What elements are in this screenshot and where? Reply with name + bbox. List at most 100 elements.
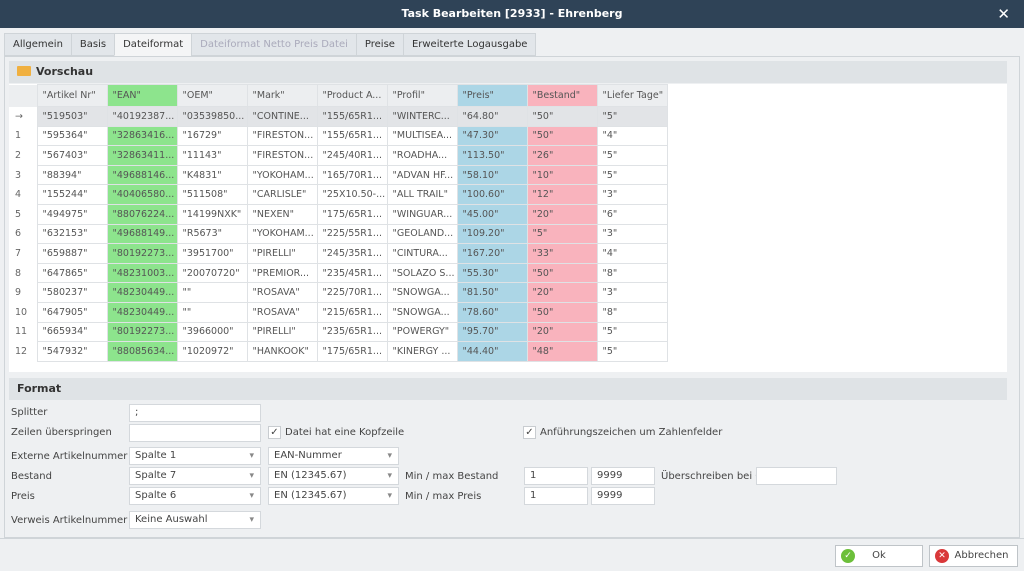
table-cell[interactable]: "14199NXK" xyxy=(176,203,248,225)
table-cell[interactable]: "49688146... xyxy=(106,164,178,186)
table-cell[interactable]: "48230449... xyxy=(106,282,178,303)
table-cell[interactable]: "40192387... xyxy=(106,106,178,127)
table-cell[interactable]: "109.20" xyxy=(456,223,528,245)
table-cell[interactable]: "4" xyxy=(596,125,668,147)
table-cell[interactable]: "3966000" xyxy=(176,321,248,343)
table-cell[interactable]: "MULTISEA... xyxy=(386,125,458,147)
table-cell[interactable]: "235/65R1... xyxy=(316,321,388,343)
table-cell[interactable]: "16729" xyxy=(176,125,248,147)
skip-lines-input[interactable] xyxy=(129,424,261,442)
table-cell[interactable]: "78.60" xyxy=(456,301,528,323)
quotes-checkbox[interactable]: ✓ Anführungszeichen um Zahlenfelder xyxy=(523,426,722,439)
table-cell[interactable]: "11143" xyxy=(176,145,248,166)
table-row[interactable]: 8 "647865" "48231003... "20070720" "PREMIOR.… xyxy=(9,262,668,284)
table-cell[interactable]: "CARLISLE" xyxy=(246,184,318,205)
table-cell[interactable]: "50" xyxy=(526,106,598,127)
table-cell[interactable]: "155244" xyxy=(36,184,108,205)
table-cell[interactable]: "511508" xyxy=(176,184,248,205)
table-cell[interactable]: "567403" xyxy=(36,145,108,166)
table-cell[interactable]: "595364" xyxy=(36,125,108,147)
table-cell[interactable]: "POWERGY" xyxy=(386,321,458,343)
table-cell[interactable]: "5" xyxy=(526,223,598,245)
table-cell[interactable]: "CINTURA... xyxy=(386,243,458,264)
ref-article-select[interactable]: Keine Auswahl xyxy=(129,511,261,529)
table-cell[interactable]: "155/65R1... xyxy=(316,106,388,127)
header-row-checkbox[interactable]: ✓ Datei hat eine Kopfzeile xyxy=(268,426,404,439)
table-cell[interactable]: "6" xyxy=(596,203,668,225)
table-cell[interactable]: "" xyxy=(176,282,248,303)
price-column-select[interactable]: Spalte 6 xyxy=(129,487,261,505)
table-row[interactable]: 3 "88394" "49688146... "K4831" "YOKOHAM... "1… xyxy=(9,164,668,186)
table-cell[interactable]: "" xyxy=(176,301,248,323)
table-cell[interactable]: "20" xyxy=(526,203,598,225)
tab-basis[interactable]: Basis xyxy=(70,33,115,56)
stock-min-input[interactable]: 1 xyxy=(524,467,588,485)
table-cell[interactable]: "55.30" xyxy=(456,262,528,284)
table-cell[interactable]: "49688149... xyxy=(106,223,178,245)
table-cell[interactable]: "40406580... xyxy=(106,184,178,205)
table-cell[interactable]: "03539850... xyxy=(176,106,248,127)
table-cell[interactable]: "45.00" xyxy=(456,203,528,225)
table-cell[interactable]: "8" xyxy=(596,301,668,323)
table-cell[interactable]: "165/70R1... xyxy=(316,164,388,186)
price-format-select[interactable]: EN (12345.67) xyxy=(268,487,399,505)
price-min-input[interactable]: 1 xyxy=(524,487,588,505)
table-cell[interactable]: "20" xyxy=(526,321,598,343)
table-row[interactable]: → "519503" "40192387... "03539850... "CONTIN… xyxy=(9,106,668,127)
table-cell[interactable]: "44.40" xyxy=(456,341,528,362)
table-cell[interactable]: "SOLAZO S... xyxy=(386,262,458,284)
table-cell[interactable]: "95.70" xyxy=(456,321,528,343)
table-cell[interactable]: "ROSAVA" xyxy=(246,282,318,303)
price-max-input[interactable]: 9999 xyxy=(591,487,655,505)
table-cell[interactable]: "32863416... xyxy=(106,125,178,147)
table-row[interactable]: 6 "632153" "49688149... "R5673" "YOKOHAM... "… xyxy=(9,223,668,245)
table-cell[interactable]: "K4831" xyxy=(176,164,248,186)
table-cell[interactable]: "50" xyxy=(526,262,598,284)
table-cell[interactable]: "YOKOHAM... xyxy=(246,223,318,245)
column-header[interactable]: "OEM" xyxy=(176,84,248,107)
table-cell[interactable]: "81.50" xyxy=(456,282,528,303)
table-cell[interactable]: "519503" xyxy=(36,106,108,127)
table-cell[interactable]: "225/55R1... xyxy=(316,223,388,245)
table-cell[interactable]: "48231003... xyxy=(106,262,178,284)
table-cell[interactable]: "88394" xyxy=(36,164,108,186)
ext-article-type-select[interactable]: EAN-Nummer xyxy=(268,447,399,465)
table-cell[interactable]: "KINERGY ... xyxy=(386,341,458,362)
table-cell[interactable]: "HANKOOK" xyxy=(246,341,318,362)
table-row[interactable]: 10 "647905" "48230449... "" "ROSAVA" "215/65R… xyxy=(9,301,668,323)
table-cell[interactable]: "50" xyxy=(526,301,598,323)
table-cell[interactable]: "5" xyxy=(596,145,668,166)
table-cell[interactable]: "FIRESTON... xyxy=(246,145,318,166)
table-cell[interactable]: "47.30" xyxy=(456,125,528,147)
table-cell[interactable]: "YOKOHAM... xyxy=(246,164,318,186)
table-cell[interactable]: "8" xyxy=(596,262,668,284)
table-cell[interactable]: "48" xyxy=(526,341,598,362)
column-header[interactable]: "Liefer Tage" xyxy=(596,84,668,107)
table-cell[interactable]: "20070720" xyxy=(176,262,248,284)
table-cell[interactable]: "SNOWGA... xyxy=(386,301,458,323)
table-cell[interactable]: "3951700" xyxy=(176,243,248,264)
cancel-button[interactable]: ✕ Abbrechen xyxy=(929,545,1018,567)
table-cell[interactable]: "12" xyxy=(526,184,598,205)
ok-button[interactable]: ✓ Ok xyxy=(835,545,923,567)
table-cell[interactable]: "PREMIOR... xyxy=(246,262,318,284)
table-cell[interactable]: "WINGUAR... xyxy=(386,203,458,225)
table-cell[interactable]: "5" xyxy=(596,341,668,362)
column-header[interactable]: "Product A... xyxy=(316,84,388,107)
column-header[interactable]: "Mark" xyxy=(246,84,318,107)
table-cell[interactable]: "5" xyxy=(596,164,668,186)
table-cell[interactable]: "26" xyxy=(526,145,598,166)
overwrite-input[interactable] xyxy=(756,467,837,485)
table-cell[interactable]: "25X10.50-... xyxy=(316,184,388,205)
table-row[interactable]: 9 "580237" "48230449... "" "ROSAVA" "225/70R1… xyxy=(9,282,668,303)
table-cell[interactable]: "48230449... xyxy=(106,301,178,323)
column-header[interactable]: "Artikel Nr" xyxy=(36,84,108,107)
table-cell[interactable]: "PIRELLI" xyxy=(246,321,318,343)
table-cell[interactable]: "245/35R1... xyxy=(316,243,388,264)
table-cell[interactable]: "3" xyxy=(596,282,668,303)
stock-max-input[interactable]: 9999 xyxy=(591,467,655,485)
table-cell[interactable]: "659887" xyxy=(36,243,108,264)
table-row[interactable]: 1 "595364" "32863416... "16729" "FIRESTON...… xyxy=(9,125,668,147)
table-cell[interactable]: "215/65R1... xyxy=(316,301,388,323)
table-cell[interactable]: "50" xyxy=(526,125,598,147)
